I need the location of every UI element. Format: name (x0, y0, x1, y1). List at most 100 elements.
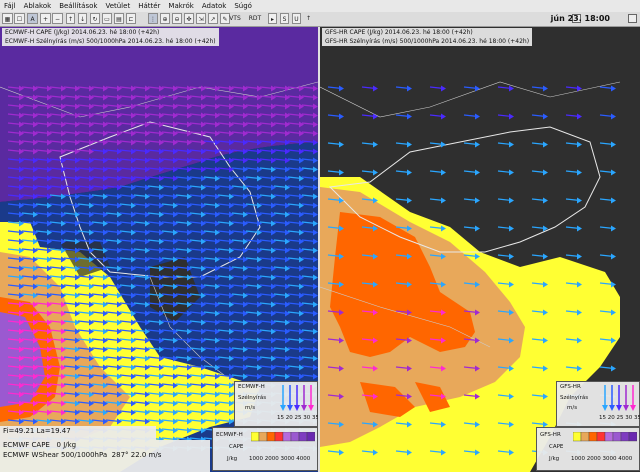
map-title: ECMWF-H CAPE (J/kg) 2014.06.23. hé 18:00… (2, 28, 219, 46)
menu-item-4[interactable]: Háttér (134, 0, 164, 12)
cape-tick: 3000 (602, 456, 617, 462)
map-panel-gfs[interactable]: GFS-HR CAPE (J/kg) 2014.06.23. hé 18:00 … (320, 27, 640, 472)
menu-item-3[interactable]: Vetület (101, 0, 134, 12)
menu-item-1[interactable]: Ablakok (20, 0, 56, 12)
wind-tick: 30 (625, 415, 633, 421)
toolbar-button-10[interactable]: ⊏ (126, 13, 136, 24)
wind-legend-ticks: 15 20 25 30 35 (277, 415, 318, 421)
text-icon: ☐ (16, 16, 23, 23)
wind-legend-arrows (602, 385, 636, 411)
toolbar-button-15[interactable]: ⇲ (196, 13, 206, 24)
wind-tick: 15 (599, 415, 606, 421)
wind-legend-unit: m/s (245, 405, 256, 411)
toolbar-button-14[interactable]: ✜ (184, 13, 194, 24)
cape-legend-swatches (251, 432, 315, 442)
cape-tick: 2000 (586, 456, 601, 462)
map-title-shear: ECMWF-H Szélnyírás (m/s) 500/1000hPa 201… (5, 38, 216, 45)
calendar-icon: ▤ (116, 16, 122, 23)
toolbar-button-11[interactable]: ⋮ (148, 13, 158, 24)
menu-item-6[interactable]: Adatok (198, 0, 230, 12)
select-icon: ⊏ (128, 16, 134, 23)
cape-tick: 4000 (296, 456, 311, 462)
toolbar-button-3[interactable]: + (40, 13, 51, 24)
pin-icon: ▸ (270, 16, 274, 23)
toolbar-button-6[interactable]: ↓ (78, 13, 87, 24)
cape-tick: 2000 (264, 456, 279, 462)
map-title-cape: ECMWF-H CAPE (J/kg) 2014.06.23. hé 18:00… (5, 29, 160, 36)
clock: jún 23. 18:00 (550, 14, 610, 23)
wind-legend-model: ECMWF-H (238, 384, 265, 390)
zoom-out-icon: ⊖ (174, 16, 180, 23)
toolbar-button-18[interactable]: ↑ (304, 13, 313, 24)
map-title-shear: GFS-HR Szélnyírás (m/s) 500/1000hPa 2014… (325, 38, 530, 45)
cape-legend-ticks: 1000 2000 3000 4000 (571, 456, 632, 462)
toolbar-button-5[interactable]: ↑ (66, 13, 75, 24)
wind-tick: 15 (277, 415, 284, 421)
wind-legend: ECMWF-H Szélnyírás m/s 15 20 25 30 35 (234, 381, 318, 427)
toolbar: ▦ ☐ A + − ↑ ↓ ↻ ▭ ▤ ⊏ ⋮ ⊕ ⊖ ✜ ⇲ ↗ ✎ VTS … (0, 12, 640, 27)
wind-tick: 25 (294, 415, 302, 421)
wind-legend-model: GFS-HR (560, 384, 581, 390)
cape-tick: 3000 (280, 456, 295, 462)
wind-legend-unit: m/s (567, 405, 578, 411)
wind-legend-arrows (280, 385, 314, 411)
toolbar-button-8[interactable]: ▭ (102, 13, 112, 24)
map-panel-ecmwf[interactable]: ECMWF-H CAPE (J/kg) 2014.06.23. hé 18:00… (0, 27, 318, 472)
toolbar-button-16[interactable]: ↗ (208, 13, 218, 24)
zoom-out-icon: − (54, 16, 61, 23)
cursor-values: ECMWF CAPE 0 J/kg ECMWF WShear 500/1000h… (0, 440, 210, 472)
measure-icon: ✜ (186, 16, 192, 23)
zoom-in-icon: + (42, 16, 49, 23)
grid-icon: ⋮ (150, 16, 156, 23)
arrow-up-icon: ↑ (305, 15, 312, 22)
wind-legend-name: Szélnyírás (238, 395, 267, 401)
pin-icon: ⇲ (198, 16, 204, 23)
toolbar-button-4[interactable]: − (52, 13, 63, 24)
menu-item-0[interactable]: Fájl (0, 0, 20, 12)
toolbar-vts-button[interactable]: VTS (226, 13, 244, 24)
select-icon: ▭ (104, 16, 110, 23)
pan-icon: ↑ (67, 16, 74, 23)
cape-legend-name: CAPE (229, 444, 244, 450)
cursor-cape-name: ECMWF CAPE (3, 441, 50, 449)
cape-tick: 4000 (618, 456, 633, 462)
cape-legend-model: GFS-HR (540, 432, 561, 438)
toolbar-button-1[interactable]: ▦ (2, 13, 13, 24)
toolbar-button-13[interactable]: ⊖ (172, 13, 182, 24)
wind-legend: GFS-HR Szélnyírás m/s 15 20 25 30 35 (556, 381, 640, 427)
map-title: GFS-HR CAPE (J/kg) 2014.06.23. hé 18:00 … (322, 28, 533, 46)
cape-tick: 1000 (571, 456, 585, 462)
toolbar-s-button[interactable]: S (280, 13, 289, 24)
toolbar-u-button[interactable]: U (292, 13, 301, 24)
cape-legend-model: ECMWF-H (216, 432, 243, 438)
wind-legend-name: Szélnyírás (560, 395, 589, 401)
cape-legend-swatches (573, 432, 637, 442)
pan-icon: ↓ (79, 16, 86, 23)
wind-tick: 25 (616, 415, 624, 421)
measure-icon: ↗ (210, 16, 216, 23)
power-icon[interactable] (628, 14, 637, 23)
cape-tick: 1000 (249, 456, 263, 462)
wind-tick: 20 (607, 415, 615, 421)
cape-legend-unit: J/kg (549, 456, 560, 462)
cape-legend: GFS-HR CAPE J/kg 1000 2000 3000 4000 (536, 427, 640, 471)
toolbar-a-button[interactable]: A (27, 13, 38, 24)
toolbar-button-12[interactable]: ⊕ (160, 13, 170, 24)
cape-legend: ECMWF-H CAPE J/kg 1000 2000 3000 4000 (212, 427, 318, 471)
toolbar-pin-button[interactable]: ▸ (268, 13, 277, 24)
cursor-wshear-value: 287° 22.0 m/s (111, 451, 162, 459)
toolbar-button-7[interactable]: ↻ (90, 13, 100, 24)
menu-item-5[interactable]: Makrók (164, 0, 197, 12)
cursor-wshear-name: ECMWF WShear 500/1000hPa (3, 451, 108, 459)
wind-tick: 30 (303, 415, 311, 421)
cursor-coords-text: Fi=49.21 La=19.47 (3, 427, 71, 435)
toolbar-button-2[interactable]: ☐ (14, 13, 25, 24)
cape-legend-ticks: 1000 2000 3000 4000 (249, 456, 310, 462)
menu-item-2[interactable]: Beállítások (55, 0, 101, 12)
toolbar-rdt-button[interactable]: RDT (246, 13, 264, 24)
toolbar-button-9[interactable]: ▤ (114, 13, 124, 24)
menu-item-7[interactable]: Súgó (230, 0, 256, 12)
cape-legend-name: CAPE (549, 444, 564, 450)
zoom-in-icon: ⊕ (162, 16, 168, 23)
refresh-icon: ↻ (92, 16, 98, 23)
